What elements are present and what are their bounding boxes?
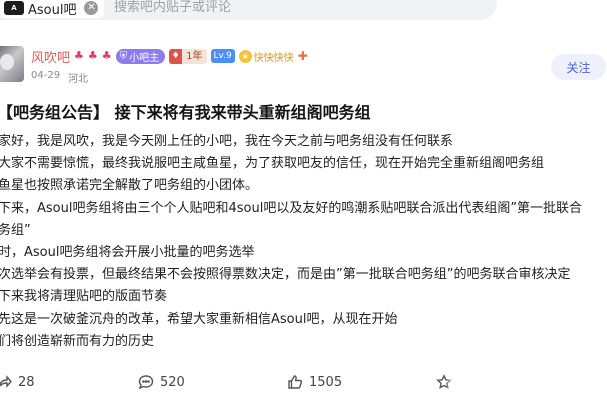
post-line: 时，Asoul吧务组将会开展小批量的吧务选举: [0, 244, 255, 260]
post-body: 家好，我是风吹，我是今天刚上任的小吧，我在今天之前与吧务组没有任何联系 大家不需…: [0, 131, 605, 353]
post-title: 【吧务组公告】 接下来将有我来带头重新组阁吧务组: [0, 103, 371, 122]
share-icon: [0, 375, 12, 388]
year-badge: ♦ 1年: [169, 48, 207, 64]
maple-leaf-icon: ♣: [74, 49, 84, 62]
post-line: 下来我将清理贴吧的版面节奏: [0, 289, 168, 305]
search-input[interactable]: 搜索吧内贴子或评论: [114, 0, 231, 15]
gamepad-icon: ✚: [297, 49, 308, 63]
flame-icon: ♦: [169, 48, 183, 64]
post-line: 鱼星也按照承诺完全解散了吧务组的小团体。: [0, 178, 259, 194]
year-badge-label: 1年: [182, 48, 207, 64]
post-line: 大家不需要惊慌，最终我说服吧主咸鱼星，为了获取吧友的信任，现在开始完全重新组阁吧…: [0, 156, 545, 172]
forum-tag-label: Asoul吧: [28, 2, 77, 18]
maple-leaf-icon: ♣: [87, 49, 98, 62]
comment-button[interactable]: 520: [138, 370, 185, 394]
post-line: 家好，我是风吹，我是今天刚上任的小吧，我在今天之前与吧务组没有任何联系: [0, 134, 454, 149]
happy-badge-label: 快快快快: [253, 52, 294, 64]
post-line: 务组”: [0, 222, 31, 238]
post-line: 次选举会有投票，但最终结果不会按照得票数决定，而是由”第一批联合吧务组”的吧务联…: [0, 267, 571, 283]
forum-logo-icon: A: [4, 1, 24, 15]
role-badge: ⛨ 小吧主: [115, 48, 166, 64]
like-button[interactable]: 1505: [287, 370, 342, 394]
author-row: 风吹吧 ♣ ♣ ♣ ⛨ 小吧主 ♦ 1年 Lv.9 ★ 快快快快 ✚: [31, 47, 308, 66]
post-line: 先这是一次破釜沉舟的改革，希望大家重新相信Asoul吧，从现在开始: [0, 311, 398, 327]
post-line: 们将创造崭新而有力的历史: [0, 333, 155, 349]
blur-overlay: [447, 362, 487, 396]
post-date: 04-29: [31, 70, 61, 81]
forum-tag[interactable]: A Asoul吧 ✕: [0, 0, 105, 18]
search-bar[interactable]: A Asoul吧 ✕ 搜索吧内贴子或评论: [0, 0, 497, 20]
author-name[interactable]: 风吹吧: [31, 47, 70, 66]
share-count: 28: [18, 374, 35, 390]
follow-button[interactable]: 关注: [551, 54, 606, 80]
comment-icon: [138, 375, 154, 390]
avatar[interactable]: [0, 46, 24, 82]
action-bar: 28 520 1505: [0, 370, 607, 394]
post-page: A Asoul吧 ✕ 搜索吧内贴子或评论 风吹吧 ♣ ♣ ♣ ⛨ 小吧主 ♦ 1…: [0, 0, 607, 401]
close-icon[interactable]: ✕: [84, 1, 99, 15]
level-badge: Lv.9: [210, 49, 235, 63]
comment-count: 520: [160, 374, 185, 390]
post-location: 河北: [68, 74, 89, 85]
role-badge-label: 小吧主: [129, 52, 160, 64]
post-line: 下来，Asoul吧务组将由三个个人贴吧和4soul吧以及友好的鸣潮系贴吧联合派出…: [0, 200, 583, 216]
coin-icon: ★: [238, 49, 252, 63]
thumbs-up-icon: [288, 375, 303, 389]
like-count: 1505: [309, 374, 343, 390]
post-meta: 04-29 河北: [31, 70, 88, 85]
shield-icon: ⛨: [119, 50, 128, 62]
maple-leaf-icon: ♣: [101, 49, 112, 62]
happy-badge: ★ 快快快快: [238, 49, 294, 64]
share-button[interactable]: 28: [0, 370, 35, 394]
